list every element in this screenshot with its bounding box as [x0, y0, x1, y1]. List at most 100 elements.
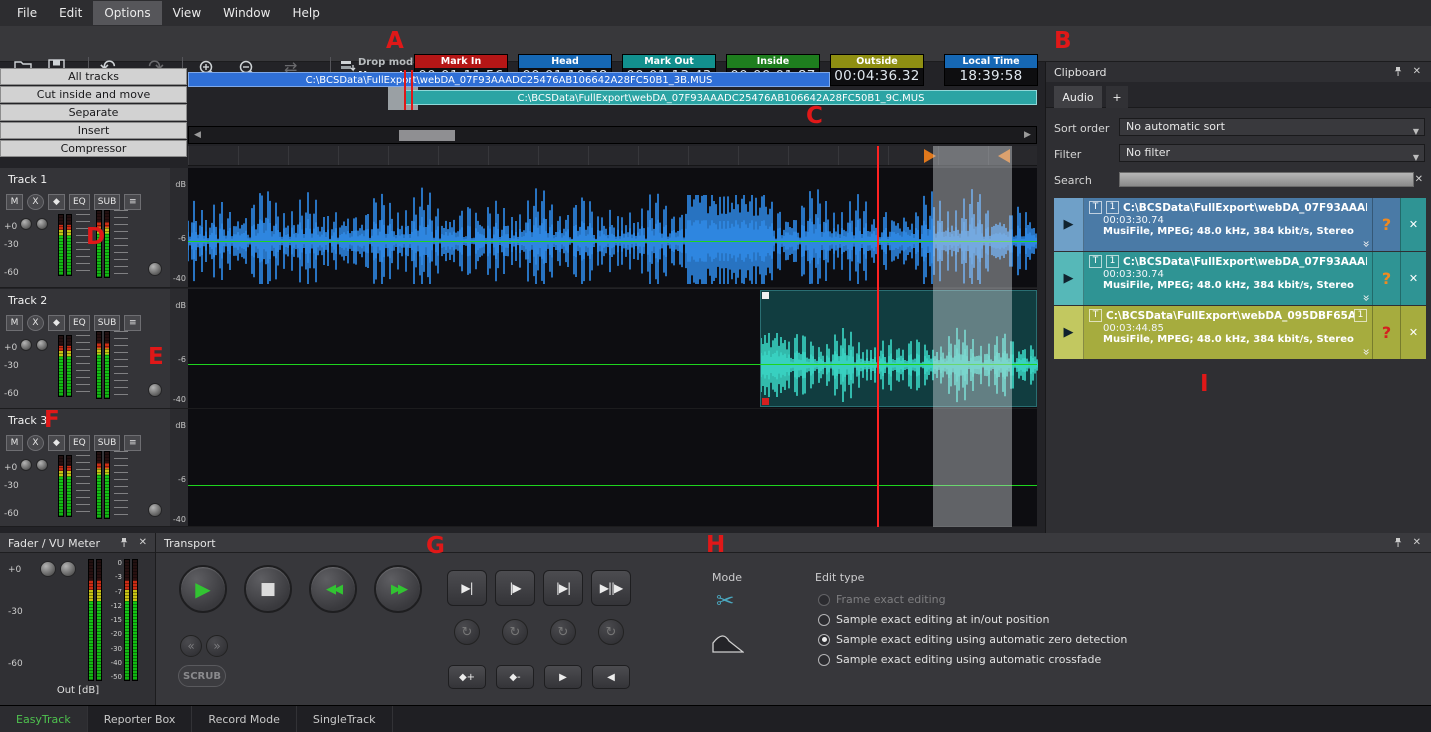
- track-menu-button[interactable]: ≡: [124, 194, 141, 210]
- loop-button-3[interactable]: ↻: [550, 619, 576, 645]
- gain-knob-2[interactable]: [36, 339, 48, 351]
- clipboard-item-1[interactable]: ▶ T 1 C:\BCSData\FullExport\webDA_07F93A…: [1054, 198, 1426, 251]
- clip-body[interactable]: T 1 C:\BCSData\FullExport\webDA_07F93AAA…: [1084, 252, 1372, 305]
- filter-select[interactable]: No filter ▼: [1119, 144, 1425, 162]
- fast-forward-button[interactable]: ▶▶: [374, 565, 422, 613]
- clip-remove-button[interactable]: ✕: [1400, 306, 1426, 359]
- radio-frame-exact[interactable]: Frame exact editing: [818, 593, 946, 606]
- scroll-right-button[interactable]: ▶: [1021, 129, 1034, 142]
- scrub-button[interactable]: SCRUB: [178, 665, 226, 687]
- clipboard-item-3[interactable]: ▶ T C:\BCSData\FullExport\webDA_095DBF65…: [1054, 306, 1426, 359]
- search-clear-icon[interactable]: ✕: [1415, 174, 1423, 185]
- add-marker-button[interactable]: ◆+: [448, 665, 486, 689]
- play-button[interactable]: ▶: [179, 565, 227, 613]
- output-knob-2[interactable]: [60, 561, 76, 577]
- previous-marker-button[interactable]: ◀: [592, 665, 630, 689]
- waveform-lane-1[interactable]: [188, 168, 1037, 288]
- radio-sample-exact-inout[interactable]: Sample exact editing at in/out position: [818, 613, 1049, 626]
- overview-file-bar-1[interactable]: C:\BCSData\FullExport\webDA_07F93AAADC25…: [188, 72, 830, 87]
- mute-button[interactable]: M: [6, 194, 23, 210]
- tab-record-mode[interactable]: Record Mode: [192, 706, 296, 732]
- clip-play-button[interactable]: ▶: [1054, 252, 1084, 305]
- solo-button[interactable]: X: [27, 315, 44, 331]
- pin-icon[interactable]: [119, 537, 129, 548]
- add-tab-button[interactable]: +: [1106, 86, 1128, 108]
- waveform-lane-3[interactable]: [188, 409, 1037, 527]
- next-button[interactable]: »: [206, 635, 228, 657]
- clip-play-button[interactable]: ▶: [1054, 306, 1084, 359]
- sidebar-button-all-tracks[interactable]: All tracks: [0, 68, 187, 85]
- clip-help-button[interactable]: ?: [1372, 252, 1400, 305]
- pan-knob[interactable]: [148, 262, 162, 276]
- selection-handle-bottom[interactable]: [762, 398, 769, 405]
- sort-order-select[interactable]: No automatic sort ▼: [1119, 118, 1425, 136]
- play-selection-button[interactable]: |▶|: [543, 570, 583, 606]
- eq-button[interactable]: EQ: [69, 315, 90, 331]
- clip-help-button[interactable]: ?: [1372, 306, 1400, 359]
- clip-remove-button[interactable]: ✕: [1400, 252, 1426, 305]
- next-marker-button[interactable]: ▶: [544, 665, 582, 689]
- play-to-cursor-button[interactable]: ▶|: [447, 570, 487, 606]
- selection-handle-top[interactable]: [762, 292, 769, 299]
- clip-help-button[interactable]: ?: [1372, 198, 1400, 251]
- waveform-lane-2[interactable]: [188, 289, 1037, 409]
- loop-button-4[interactable]: ↻: [598, 619, 624, 645]
- stop-button[interactable]: ■: [244, 565, 292, 613]
- monitor-button[interactable]: ◆: [48, 315, 65, 331]
- play-around-cursor-button[interactable]: ▶||▶: [591, 570, 631, 606]
- fade-mode-icon[interactable]: [712, 631, 744, 653]
- clip-play-button[interactable]: ▶: [1054, 198, 1084, 251]
- close-icon[interactable]: ✕: [139, 537, 147, 548]
- scroll-left-button[interactable]: ◀: [191, 129, 204, 142]
- pin-icon[interactable]: [1393, 66, 1403, 77]
- expand-icon[interactable]: »: [1359, 348, 1372, 355]
- gain-knob-1[interactable]: [20, 459, 32, 471]
- sidebar-button-cut-inside-and-move[interactable]: Cut inside and move: [0, 86, 187, 103]
- eq-button[interactable]: EQ: [69, 194, 90, 210]
- pan-knob[interactable]: [148, 503, 162, 517]
- solo-button[interactable]: X: [27, 435, 44, 451]
- radio-sample-exact-zero-detection[interactable]: Sample exact editing using automatic zer…: [818, 633, 1127, 646]
- track-menu-button[interactable]: ≡: [124, 315, 141, 331]
- tab-singletrack[interactable]: SingleTrack: [297, 706, 393, 732]
- horizontal-scrollbar[interactable]: ◀ ▶: [188, 126, 1037, 144]
- menu-options[interactable]: Options: [93, 1, 161, 25]
- clip-remove-button[interactable]: ✕: [1400, 198, 1426, 251]
- expand-icon[interactable]: »: [1359, 240, 1372, 247]
- clipboard-item-2[interactable]: ▶ T 1 C:\BCSData\FullExport\webDA_07F93A…: [1054, 252, 1426, 305]
- expand-icon[interactable]: »: [1359, 294, 1372, 301]
- solo-button[interactable]: X: [27, 194, 44, 210]
- gain-knob-1[interactable]: [20, 218, 32, 230]
- sub-button[interactable]: SUB: [94, 315, 120, 331]
- mute-button[interactable]: M: [6, 435, 23, 451]
- scroll-thumb[interactable]: [399, 130, 455, 141]
- sidebar-button-insert[interactable]: Insert: [0, 122, 187, 139]
- tab-audio[interactable]: Audio: [1054, 86, 1102, 108]
- eq-button[interactable]: EQ: [69, 435, 90, 451]
- remove-marker-button[interactable]: ◆-: [496, 665, 534, 689]
- loop-button-2[interactable]: ↻: [502, 619, 528, 645]
- overview-file-bar-2[interactable]: C:\BCSData\FullExport\webDA_07F93AAADC25…: [405, 90, 1037, 105]
- sub-button[interactable]: SUB: [94, 194, 120, 210]
- clip-body[interactable]: T C:\BCSData\FullExport\webDA_095DBF65AE…: [1084, 306, 1372, 359]
- loop-button-1[interactable]: ↻: [454, 619, 480, 645]
- close-icon[interactable]: ✕: [1413, 66, 1421, 77]
- previous-button[interactable]: «: [180, 635, 202, 657]
- sidebar-button-compressor[interactable]: Compressor: [0, 140, 187, 157]
- play-from-cursor-button[interactable]: |▶: [495, 570, 535, 606]
- cut-mode-icon[interactable]: ✂: [716, 589, 734, 614]
- sidebar-button-separate[interactable]: Separate: [0, 104, 187, 121]
- tab-reporter-box[interactable]: Reporter Box: [88, 706, 193, 732]
- gain-knob-2[interactable]: [36, 218, 48, 230]
- output-knob-1[interactable]: [40, 561, 56, 577]
- timeline-ruler[interactable]: [188, 146, 1037, 166]
- mute-button[interactable]: M: [6, 315, 23, 331]
- menu-window[interactable]: Window: [212, 1, 281, 25]
- monitor-button[interactable]: ◆: [48, 194, 65, 210]
- rewind-button[interactable]: ◀◀: [309, 565, 357, 613]
- menu-view[interactable]: View: [162, 1, 212, 25]
- playhead-cursor[interactable]: [877, 146, 879, 527]
- monitor-button[interactable]: ◆: [48, 435, 65, 451]
- gain-knob-2[interactable]: [36, 459, 48, 471]
- pin-icon[interactable]: [1393, 537, 1403, 548]
